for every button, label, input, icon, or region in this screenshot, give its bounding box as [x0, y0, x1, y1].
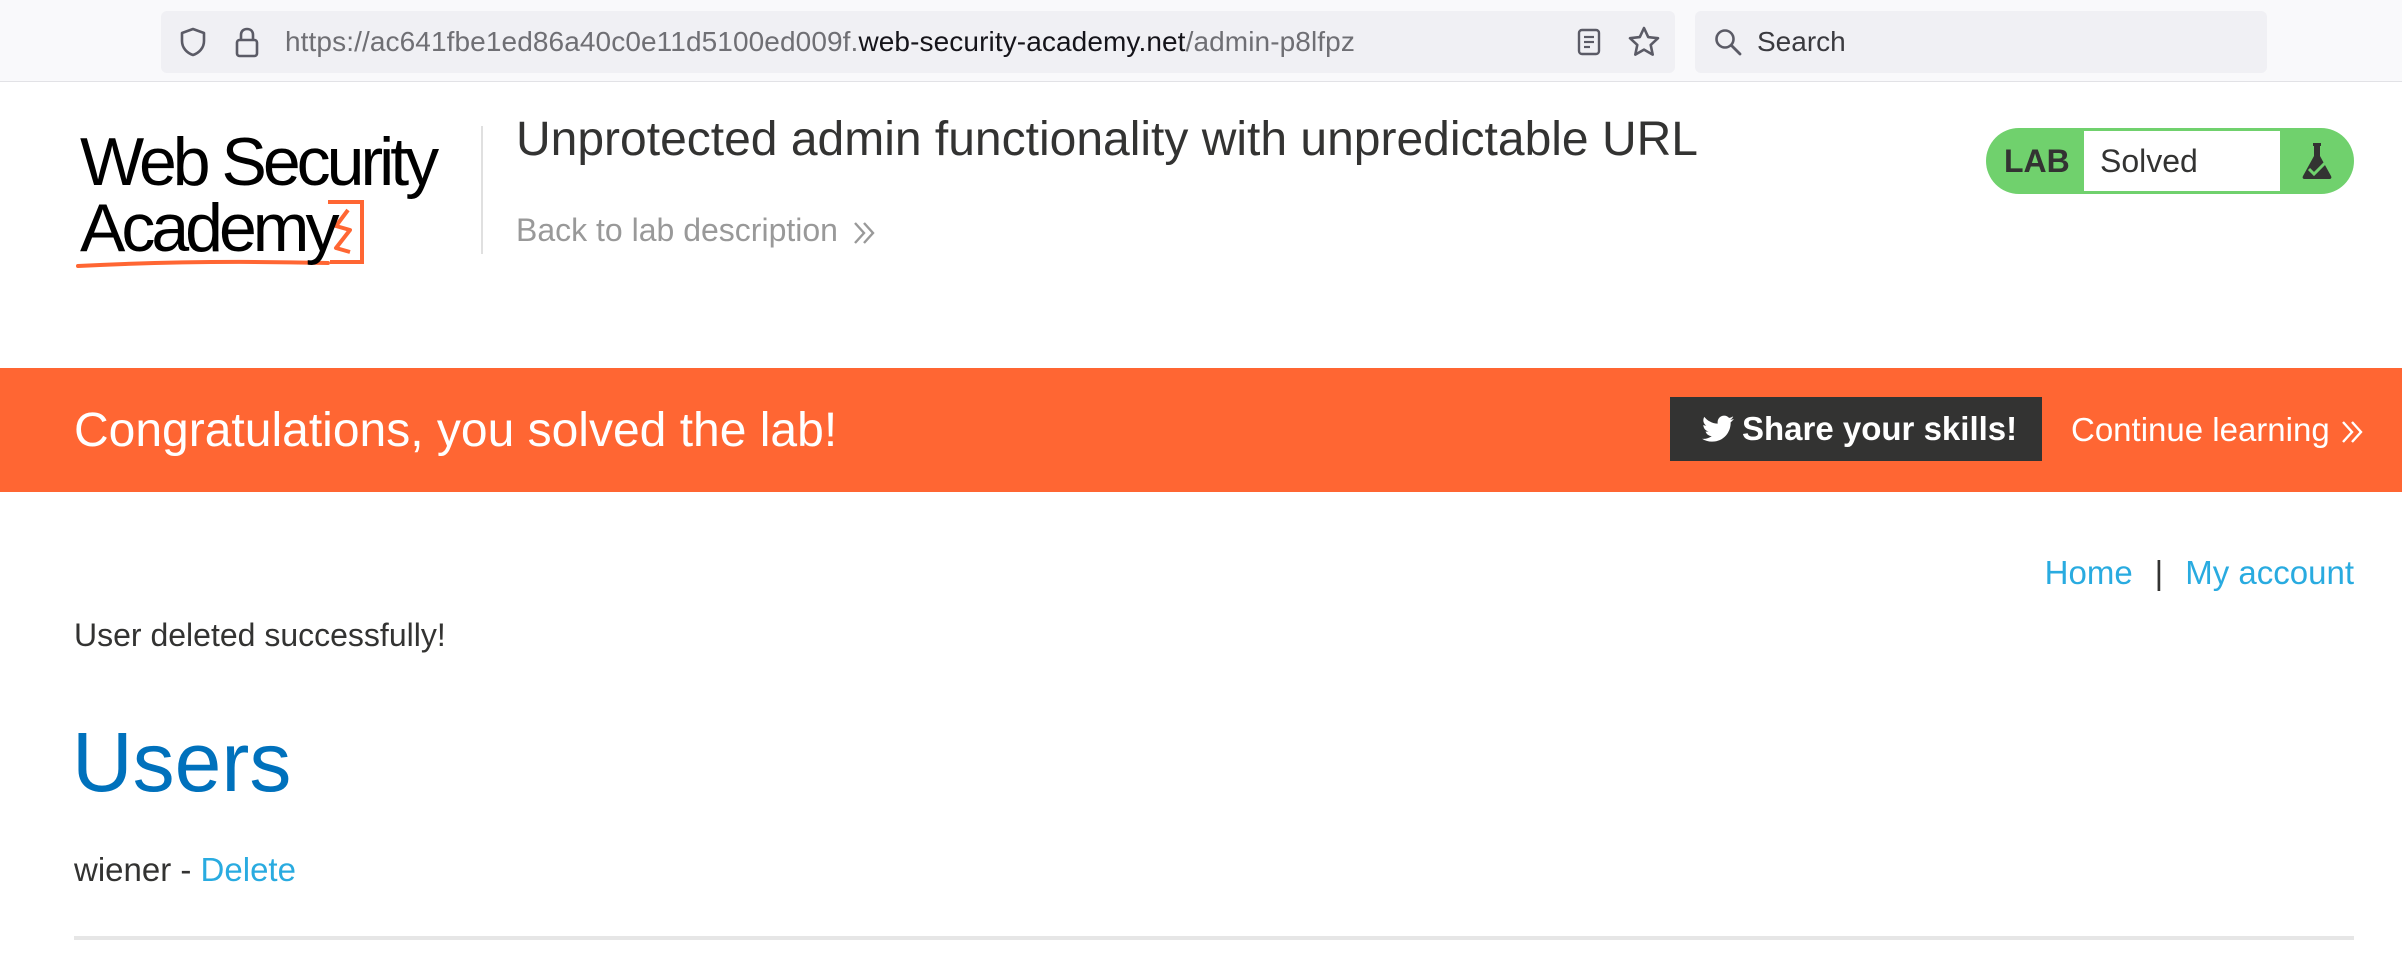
congratulations-message: Congratulations, you solved the lab! — [74, 404, 838, 457]
continue-learning-label: Continue learning — [2071, 411, 2330, 448]
nav-my-account-link[interactable]: My account — [2185, 554, 2354, 591]
lock-icon[interactable] — [231, 25, 263, 59]
delete-user-link[interactable]: Delete — [201, 851, 296, 888]
url-host: web-security-academy.net — [858, 26, 1186, 57]
search-bar[interactable]: Search — [1695, 11, 2267, 73]
share-button-label: Share your skills! — [1742, 410, 2018, 447]
twitter-icon — [1702, 415, 1734, 442]
search-icon — [1715, 29, 1742, 56]
users-heading: Users — [72, 715, 292, 809]
flask-check-icon — [2302, 143, 2332, 179]
back-link-label: Back to lab description — [516, 212, 838, 248]
url-prefix: https://ac641fbe1ed86a40c0e11d5100ed009f… — [285, 26, 859, 57]
lab-status-text: Solved — [2100, 143, 2198, 179]
shield-icon[interactable] — [177, 26, 209, 58]
nav-home-link[interactable]: Home — [2045, 554, 2133, 591]
double-chevron-right-icon — [854, 221, 875, 244]
logo-line-1: Web Security — [80, 124, 439, 200]
url-text[interactable]: https://ac641fbe1ed86a40c0e11d5100ed009f… — [285, 27, 1355, 57]
lab-title: Unprotected admin functionality with unp… — [516, 113, 1698, 166]
reader-view-icon[interactable] — [1574, 27, 1604, 57]
lab-badge: LAB — [2004, 143, 2070, 179]
back-to-lab-description-link[interactable]: Back to lab description — [516, 212, 878, 248]
search-placeholder: Search — [1757, 26, 1846, 57]
user-list-item: wiener - Delete — [74, 852, 296, 888]
double-chevron-right-icon — [2341, 421, 2363, 444]
continue-learning-link[interactable]: Continue learning — [2071, 410, 2366, 450]
url-path: /admin-p8lfpz — [1185, 26, 1355, 57]
lab-status-widget: LAB Solved — [1986, 128, 2354, 194]
web-security-academy-logo[interactable]: Web Security Academy — [74, 124, 476, 270]
nav-separator: | — [2154, 554, 2164, 591]
address-bar[interactable]: https://ac641fbe1ed86a40c0e11d5100ed009f… — [161, 11, 1675, 73]
solved-banner: Congratulations, you solved the lab! Sha… — [0, 368, 2402, 492]
logo-line-2: Academy — [80, 190, 339, 266]
content-divider — [74, 936, 2354, 940]
top-navigation: Home | My account — [2045, 553, 2354, 593]
share-your-skills-button[interactable]: Share your skills! — [1670, 397, 2042, 461]
user-name: wiener — [74, 851, 172, 888]
header-divider — [481, 126, 483, 254]
user-separator: - — [171, 851, 201, 888]
bookmark-star-icon[interactable] — [1627, 25, 1661, 59]
status-message: User deleted successfully! — [74, 617, 446, 653]
browser-toolbar: https://ac641fbe1ed86a40c0e11d5100ed009f… — [0, 0, 2402, 82]
